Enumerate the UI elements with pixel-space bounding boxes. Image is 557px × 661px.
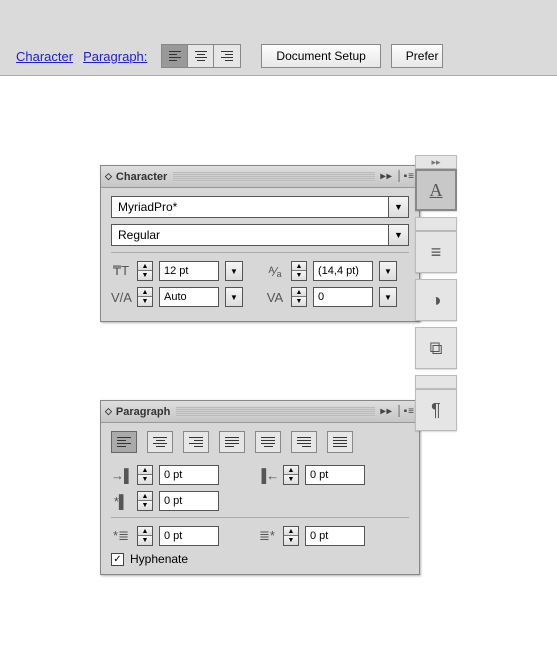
tracking-icon: VA (265, 290, 285, 305)
dock-paragraph-icon[interactable]: ¶ (415, 389, 457, 431)
toolbar-align-right-button[interactable] (214, 45, 240, 67)
kerning-field[interactable]: Auto (159, 287, 219, 307)
chevron-down-icon[interactable]: ▼ (379, 261, 397, 281)
control-bar: Character Paragraph: Document Setup Pref… (0, 0, 557, 76)
toolbar-align-group (161, 44, 241, 68)
character-panel: ◇ Character ▸▸ │▪≡ MyriadPro* ▼ Regular … (100, 165, 420, 322)
hyphenate-label: Hyphenate (130, 552, 188, 566)
toolbar-align-left-button[interactable] (162, 45, 188, 67)
diamond-icon: ◇ (105, 406, 112, 417)
indent-left-icon: →▌ (111, 468, 131, 483)
dock-character-icon[interactable]: A (415, 169, 457, 211)
leading-field[interactable]: (14,4 pt) (313, 261, 373, 281)
first-line-field[interactable]: 0 pt (159, 491, 219, 511)
align-center-icon (153, 437, 167, 447)
space-after-icon: ≣* (257, 528, 277, 544)
para-justify-last-left-button[interactable] (219, 431, 245, 453)
space-before-stepper[interactable]: ▲▼ (137, 526, 153, 546)
align-left-icon (169, 51, 181, 61)
header-grip[interactable] (176, 407, 374, 417)
hyphenate-checkbox[interactable]: ✓ Hyphenate (111, 552, 409, 566)
paragraph-panel-title: Paragraph (116, 406, 170, 418)
preferences-button[interactable]: Prefer (391, 44, 444, 68)
character-panel-title: Character (116, 171, 167, 183)
justify-left-icon (225, 437, 239, 447)
paragraph-panel: ◇ Paragraph ▸▸ │▪≡ →▌ ▲▼ 0 pt ▐← ▲▼ 0 pt… (100, 400, 420, 575)
leading-icon: ᴬ⁄ₐ (265, 264, 285, 279)
para-justify-last-center-button[interactable] (255, 431, 281, 453)
justify-center-icon (261, 437, 275, 447)
chevron-down-icon[interactable]: ▼ (225, 287, 243, 307)
dock-handle[interactable]: ▸▸ (415, 155, 457, 169)
para-justify-all-button[interactable] (327, 431, 353, 453)
first-line-stepper[interactable]: ▲▼ (137, 491, 153, 511)
space-after-stepper[interactable]: ▲▼ (283, 526, 299, 546)
font-size-stepper[interactable]: ▲▼ (137, 261, 153, 281)
dock-divider (415, 217, 457, 231)
chevron-down-icon[interactable]: ▼ (225, 261, 243, 281)
leading-stepper[interactable]: ▲▼ (291, 261, 307, 281)
character-panel-header[interactable]: ◇ Character ▸▸ │▪≡ (101, 166, 419, 188)
panel-dock: ▸▸ A ≡ ◑ ⧉ ¶ (415, 155, 457, 437)
tracking-field[interactable]: 0 (313, 287, 373, 307)
paragraph-link[interactable]: Paragraph: (83, 49, 147, 64)
font-size-icon: ₸T (111, 263, 131, 279)
font-size-field[interactable]: 12 pt (159, 261, 219, 281)
document-setup-button[interactable]: Document Setup (261, 44, 380, 68)
dock-transparency-icon[interactable]: ◑ (415, 279, 457, 321)
paragraph-panel-header[interactable]: ◇ Paragraph ▸▸ │▪≡ (101, 401, 419, 423)
space-after-field[interactable]: 0 pt (305, 526, 365, 546)
dock-divider (415, 375, 457, 389)
para-align-right-button[interactable] (183, 431, 209, 453)
align-center-icon (195, 51, 207, 61)
dock-stroke-icon[interactable]: ≡ (415, 231, 457, 273)
kerning-icon: V/A (111, 290, 131, 305)
diamond-icon: ◇ (105, 171, 112, 182)
space-before-icon: *≣ (111, 528, 131, 544)
checkmark-icon: ✓ (111, 553, 124, 566)
font-family-value: MyriadPro* (111, 196, 389, 218)
header-grip[interactable] (173, 172, 374, 182)
font-style-dropdown[interactable]: Regular ▼ (111, 224, 409, 246)
chevron-down-icon[interactable]: ▼ (389, 224, 409, 246)
para-align-left-button[interactable] (111, 431, 137, 453)
chevron-down-icon[interactable]: ▼ (389, 196, 409, 218)
character-link[interactable]: Character (16, 49, 73, 64)
indent-right-icon: ▐← (257, 468, 277, 483)
font-family-dropdown[interactable]: MyriadPro* ▼ (111, 196, 409, 218)
paragraph-align-group (111, 431, 409, 453)
kerning-stepper[interactable]: ▲▼ (137, 287, 153, 307)
para-justify-last-right-button[interactable] (291, 431, 317, 453)
font-style-value: Regular (111, 224, 389, 246)
indent-left-stepper[interactable]: ▲▼ (137, 465, 153, 485)
align-left-icon (117, 437, 131, 447)
align-right-icon (189, 437, 203, 447)
panel-menu-icon[interactable]: ▸▸ │▪≡ (381, 171, 415, 182)
justify-all-icon (333, 437, 347, 447)
indent-right-stepper[interactable]: ▲▼ (283, 465, 299, 485)
align-right-icon (221, 51, 233, 61)
space-before-field[interactable]: 0 pt (159, 526, 219, 546)
dock-pathfinder-icon[interactable]: ⧉ (415, 327, 457, 369)
para-align-center-button[interactable] (147, 431, 173, 453)
justify-right-icon (297, 437, 311, 447)
first-line-indent-icon: *▌ (111, 494, 131, 509)
indent-right-field[interactable]: 0 pt (305, 465, 365, 485)
chevron-down-icon[interactable]: ▼ (379, 287, 397, 307)
panel-menu-icon[interactable]: ▸▸ │▪≡ (381, 406, 415, 417)
indent-left-field[interactable]: 0 pt (159, 465, 219, 485)
toolbar-align-center-button[interactable] (188, 45, 214, 67)
tracking-stepper[interactable]: ▲▼ (291, 287, 307, 307)
